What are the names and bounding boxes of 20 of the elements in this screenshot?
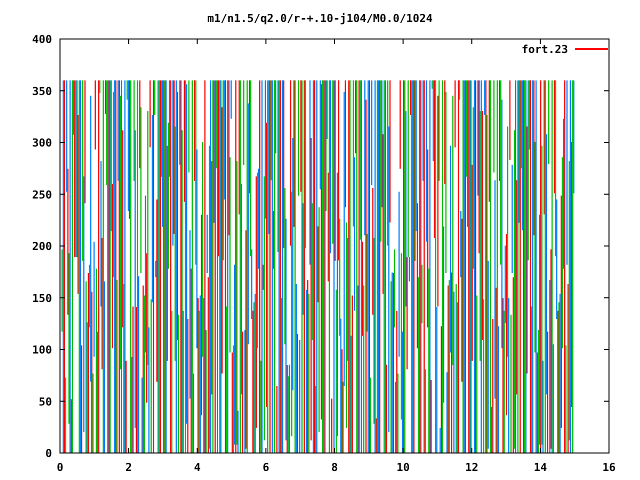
chart-title: m1/n1.5/q2.0/r-+.10-j104/M0.0/1024 (207, 12, 433, 25)
x-tick-label: 0 (56, 461, 64, 474)
legend-label: fort.23 (522, 43, 568, 56)
y-tick-label: 50 (38, 395, 52, 408)
x-tick-label: 14 (534, 461, 547, 474)
x-tick-label: 4 (194, 461, 201, 474)
y-tick-label: 400 (32, 33, 52, 46)
x-tick-label: 8 (331, 461, 338, 474)
y-tick-label: 150 (32, 292, 52, 305)
y-tick-label: 200 (32, 240, 52, 253)
x-tick-label: 10 (396, 461, 410, 474)
y-tick-label: 250 (32, 188, 52, 202)
y-tick-label: 350 (32, 84, 52, 98)
y-tick-label: 100 (32, 344, 52, 356)
y-tick-label: 0 (45, 447, 52, 460)
x-tick-label: 16 (602, 461, 616, 474)
x-tick-label: 12 (465, 461, 478, 474)
y-tick-label: 300 (32, 136, 52, 150)
x-tick-label: 6 (262, 461, 270, 474)
x-tick-label: 2 (125, 461, 132, 474)
